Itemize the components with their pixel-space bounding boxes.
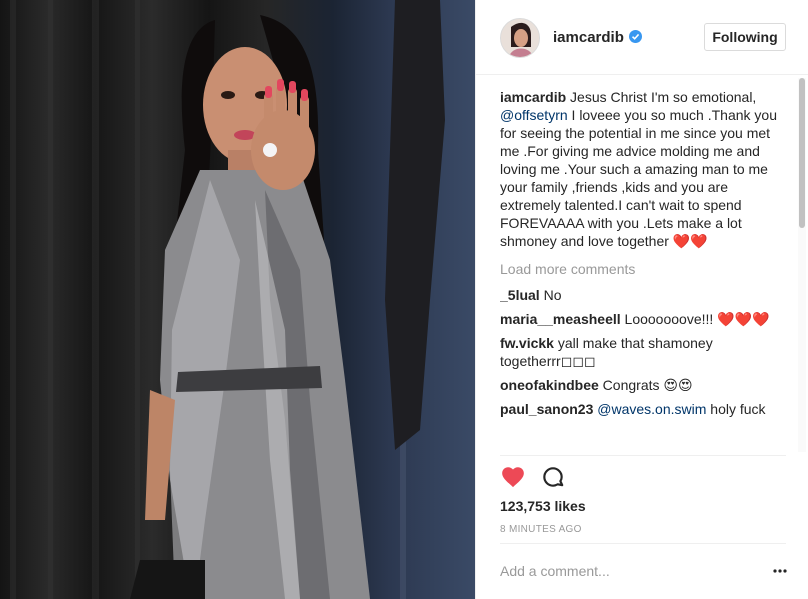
header-username[interactable]: iamcardib [553, 29, 642, 46]
caption-username[interactable]: iamcardib [500, 89, 566, 105]
comment-username[interactable]: paul_sanon23 [500, 401, 593, 417]
divider [500, 543, 786, 544]
post-photo[interactable] [0, 0, 475, 599]
comment-text-rest: holy fuck [706, 401, 766, 417]
heart-filled-icon[interactable] [500, 464, 526, 490]
following-button[interactable]: Following [704, 23, 786, 51]
username-text[interactable]: iamcardib [553, 29, 624, 46]
likes-count[interactable]: 123,753 likes [500, 498, 586, 514]
avatar[interactable] [500, 18, 540, 58]
comment-bubble-icon[interactable] [540, 464, 566, 490]
post-header: iamcardib Following [476, 0, 808, 75]
comment-item: oneofakindbee Congrats 😍😍 [500, 376, 782, 394]
verified-badge-icon [628, 30, 642, 43]
comment-username[interactable]: fw.vickk [500, 335, 554, 351]
post-timestamp[interactable]: 8 MINUTES AGO [500, 524, 582, 535]
comments-scrollbar[interactable] [798, 78, 806, 452]
comment-username[interactable]: _5lual [500, 287, 540, 303]
load-more-comments-link[interactable]: Load more comments [500, 260, 782, 278]
photo-illustration [10, 0, 445, 599]
post-details-panel: iamcardib Following iamcardib Jesus Chri… [475, 0, 808, 599]
comments-list[interactable]: iamcardib Jesus Christ I'm so emotional,… [500, 88, 782, 452]
caption: iamcardib Jesus Christ I'm so emotional,… [500, 88, 782, 250]
comment-text: Congrats 😍😍 [598, 377, 693, 393]
comment-item: maria__measheell Looooooove!!! ❤️❤️❤️ [500, 310, 782, 328]
comment-username[interactable]: oneofakindbee [500, 377, 599, 393]
add-comment-input[interactable] [500, 561, 750, 581]
caption-text-start: Jesus Christ I'm so emotional, [566, 89, 757, 105]
scrollbar-thumb[interactable] [799, 78, 805, 228]
comment-text: No [539, 287, 562, 303]
comment-item: _5lual No [500, 286, 782, 304]
comment-username[interactable]: maria__measheell [500, 311, 621, 327]
more-options-icon[interactable] [772, 563, 788, 579]
comment-item: fw.vickk yall make that shamoney togethe… [500, 334, 782, 370]
avatar-image [501, 19, 539, 57]
comment-mention-link[interactable]: @waves.on.swim [597, 401, 706, 417]
divider [500, 455, 786, 456]
caption-text-rest: I loveee you so much .Thank you for seei… [500, 107, 777, 249]
comment-text: Looooooove!!! ❤️❤️❤️ [620, 311, 770, 327]
caption-mention-link[interactable]: @offsetyrn [500, 107, 568, 123]
comment-item: paul_sanon23 @waves.on.swim holy fuck [500, 400, 782, 418]
